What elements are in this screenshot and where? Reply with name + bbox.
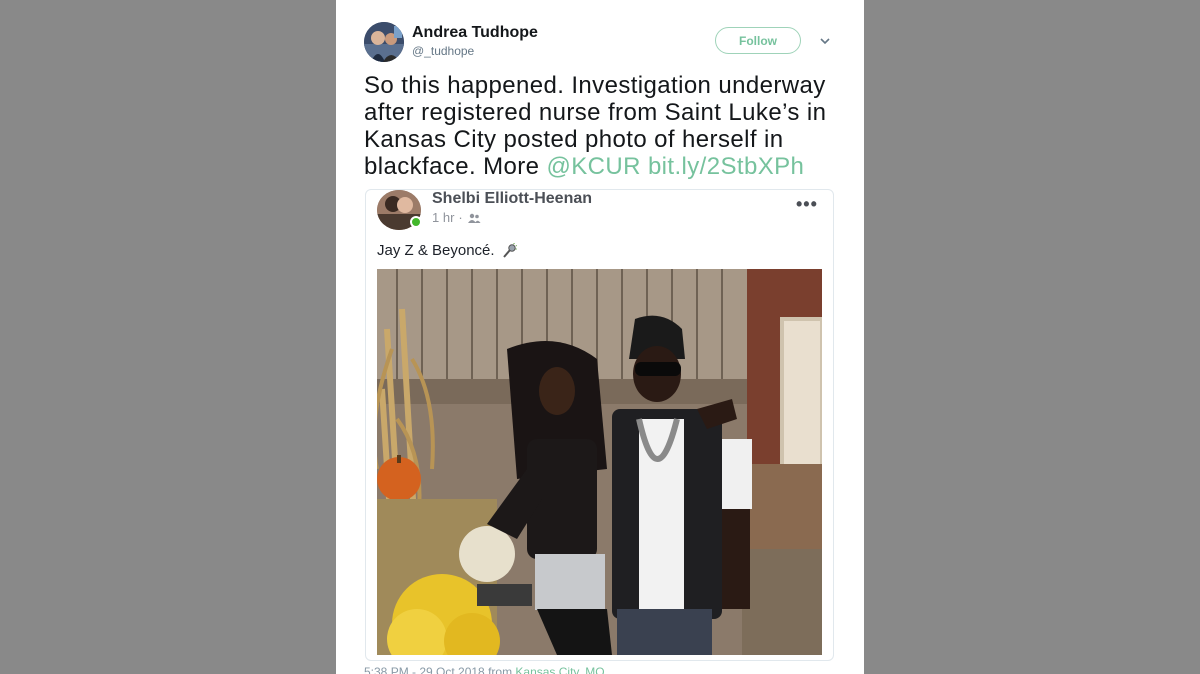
meta-separator: ·: [458, 210, 463, 225]
post-caption: Jay Z & Beyoncé.: [377, 242, 517, 259]
embedded-facebook-screenshot[interactable]: Shelbi Elliott-Heenan 1 hr · ••• Jay Z &…: [365, 189, 834, 661]
chevron-down-icon[interactable]: [818, 34, 832, 48]
follow-button[interactable]: Follow: [715, 27, 801, 54]
post-meta: 1 hr ·: [432, 210, 481, 225]
more-options-icon[interactable]: •••: [796, 194, 818, 215]
online-status-dot: [410, 216, 422, 228]
friends-icon: [467, 213, 481, 223]
tweet-timestamp[interactable]: 5:38 PM - 29 Oct 2018 from: [364, 665, 515, 674]
mention-link[interactable]: @KCUR: [546, 153, 640, 180]
url-link[interactable]: bit.ly/2StbXPh: [648, 153, 804, 180]
tweet-text: So this happened. Investigation underway…: [364, 72, 834, 180]
tweet-location[interactable]: Kansas City, MO: [515, 665, 604, 674]
author-name[interactable]: Andrea Tudhope: [412, 24, 538, 42]
left-backdrop: [0, 0, 336, 674]
tweet-card: Andrea Tudhope @_tudhope Follow So this …: [336, 0, 864, 674]
caption-text: Jay Z & Beyoncé.: [377, 242, 495, 259]
right-backdrop: [864, 0, 1200, 674]
author-avatar[interactable]: [364, 22, 404, 62]
microphone-icon: [502, 242, 517, 258]
post-time: 1 hr: [432, 210, 455, 225]
tweet-footer: 5:38 PM - 29 Oct 2018 from Kansas City, …: [364, 665, 605, 674]
post-photo[interactable]: [377, 269, 822, 655]
poster-name: Shelbi Elliott-Heenan: [432, 190, 593, 207]
author-handle[interactable]: @_tudhope: [412, 44, 474, 58]
